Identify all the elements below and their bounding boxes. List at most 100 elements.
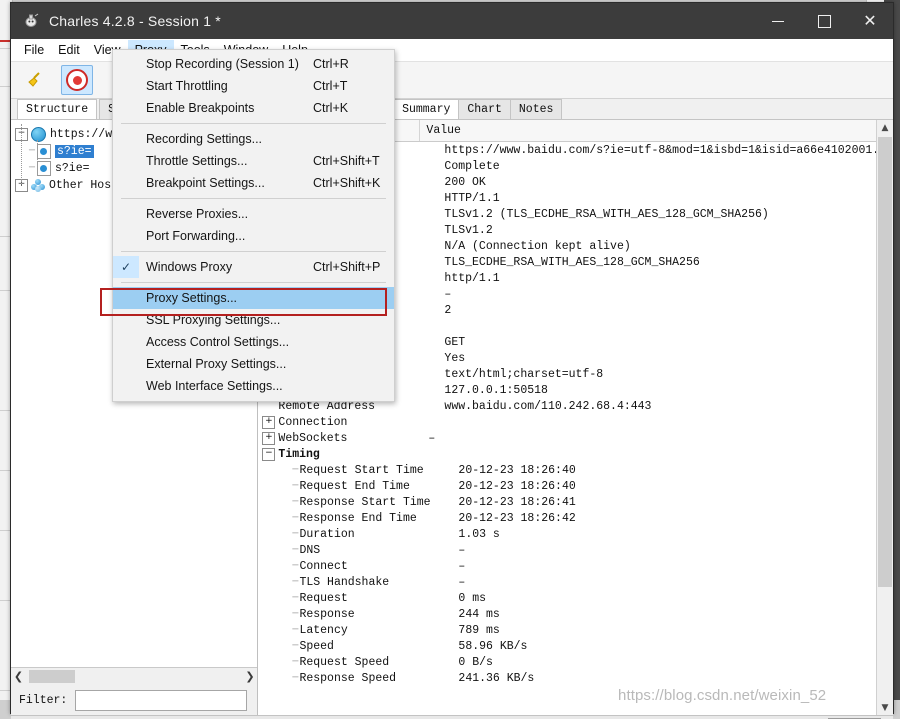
menu-item-breakpoint-settings[interactable]: Breakpoint Settings... Ctrl+Shift+K <box>113 172 394 194</box>
row-label: Request <box>299 591 348 605</box>
tab-chart[interactable]: Chart <box>458 99 510 119</box>
menu-item-label: Reverse Proxies... <box>146 207 249 221</box>
row-name-cell: ─ Duration <box>258 528 455 541</box>
menu-item-label: SSL Proxying Settings... <box>146 313 281 327</box>
menu-item-access-control-settings[interactable]: Access Control Settings... <box>113 331 394 353</box>
table-row[interactable]: ─ TLS Handshake – <box>258 574 893 590</box>
expand-icon[interactable]: + <box>262 415 276 429</box>
row-name-cell: ─ Request <box>258 592 455 605</box>
row-value: – <box>458 559 466 573</box>
row-value: – <box>428 431 436 445</box>
menu-item-enable-breakpoints[interactable]: Enable Breakpoints Ctrl+K <box>113 97 394 119</box>
row-label: WebSockets <box>278 431 348 445</box>
record-button[interactable] <box>61 65 93 95</box>
minimize-button[interactable] <box>755 3 801 39</box>
table-row[interactable]: ─ DNS – <box>258 542 893 558</box>
charles-window: Charles 4.2.8 - Session 1 * ✕ File Edit … <box>10 2 894 719</box>
row-value: 2 <box>444 303 452 317</box>
table-row[interactable]: ─ Request Start Time 20-12-23 18:26:40 <box>258 462 893 478</box>
tab-notes[interactable]: Notes <box>509 99 563 119</box>
table-row[interactable]: + Connection <box>258 414 893 430</box>
filter-input[interactable] <box>75 689 248 711</box>
row-name-cell: ─ Request Speed <box>258 656 455 669</box>
menu-item-reverse-proxies[interactable]: Reverse Proxies... <box>113 203 394 225</box>
table-row[interactable]: ─ Response 244 ms <box>258 606 893 622</box>
menu-item-external-proxy-settings[interactable]: External Proxy Settings... <box>113 353 394 375</box>
row-value: TLSv1.2 <box>444 223 493 237</box>
row-value: GET <box>444 335 466 349</box>
menu-item-proxy-settings[interactable]: Proxy Settings... <box>113 287 394 309</box>
column-header-value[interactable]: Value <box>420 120 893 141</box>
tree-horizontal-scrollbar[interactable]: ❮ ❯ <box>11 667 258 685</box>
row-value: 20-12-23 18:26:42 <box>458 511 576 525</box>
check-icon: ✓ <box>113 256 139 278</box>
tree-guide: ─ <box>292 624 298 636</box>
table-row[interactable]: ─ Duration 1.03 s <box>258 526 893 542</box>
menu-item-start-throttling[interactable]: Start Throttling Ctrl+T <box>113 75 394 97</box>
tab-summary[interactable]: Summary <box>393 99 459 119</box>
row-value: 20-12-23 18:26:40 <box>458 463 576 477</box>
menu-item-recording-settings[interactable]: Recording Settings... <box>113 128 394 150</box>
table-row[interactable]: ─ Response Speed 241.36 KB/s <box>258 670 893 686</box>
row-label: Response <box>299 607 355 621</box>
scroll-left-icon[interactable]: ❮ <box>11 670 26 683</box>
row-label: Request Start Time <box>299 463 424 477</box>
scroll-thumb[interactable] <box>878 137 892 587</box>
table-row[interactable]: ─ Request 0 ms <box>258 590 893 606</box>
collapse-icon[interactable]: − <box>262 447 276 461</box>
globe-icon <box>31 127 46 142</box>
row-label: Response Speed <box>299 671 397 685</box>
row-label: Duration <box>299 527 355 541</box>
clear-broom-icon[interactable] <box>19 65 51 95</box>
table-row[interactable]: ─ Speed 58.96 KB/s <box>258 638 893 654</box>
menu-item-shortcut: Ctrl+T <box>313 79 348 93</box>
menu-item-label: Windows Proxy <box>146 260 233 274</box>
tree-guide: ─ <box>292 592 298 604</box>
row-value: TLS_ECDHE_RSA_WITH_AES_128_GCM_SHA256 <box>444 255 700 269</box>
row-label: Response Start Time <box>299 495 431 509</box>
table-row[interactable]: ─ Latency 789 ms <box>258 622 893 638</box>
table-row[interactable]: ─ Request Speed 0 B/s <box>258 654 893 670</box>
scroll-up-icon[interactable]: ▲ <box>878 120 892 135</box>
row-name-cell: + WebSockets <box>258 431 425 445</box>
close-button[interactable]: ✕ <box>847 3 893 39</box>
menu-separator <box>121 282 386 283</box>
table-row[interactable]: ─ Response End Time 20-12-23 18:26:42 <box>258 510 893 526</box>
menu-item-shortcut: Ctrl+K <box>313 101 349 115</box>
proxy-menu-dropdown: Stop Recording (Session 1) Ctrl+R Start Th… <box>112 49 395 402</box>
maximize-button[interactable] <box>801 3 847 39</box>
row-value: 58.96 KB/s <box>458 639 528 653</box>
table-row[interactable]: ─ Connect – <box>258 558 893 574</box>
menu-item-throttle-settings[interactable]: Throttle Settings... Ctrl+Shift+T <box>113 150 394 172</box>
menu-item-label: Stop Recording (Session 1) <box>146 57 299 71</box>
table-row[interactable]: − Timing <box>258 446 893 462</box>
row-name-cell: ─ Response Start Time <box>258 496 455 509</box>
table-row[interactable]: + WebSockets – <box>258 430 893 446</box>
row-name-cell: ─ Request Start Time <box>258 464 455 477</box>
detail-vertical-scrollbar[interactable]: ▲ ▼ <box>876 120 893 715</box>
menu-item-web-interface-settings[interactable]: Web Interface Settings... <box>113 375 394 397</box>
expand-icon[interactable]: + <box>262 431 276 445</box>
menu-file[interactable]: File <box>17 40 51 61</box>
menu-item-ssl-proxying-settings[interactable]: SSL Proxying Settings... <box>113 309 394 331</box>
menu-item-port-forwarding[interactable]: Port Forwarding... <box>113 225 394 247</box>
menu-edit[interactable]: Edit <box>51 40 87 61</box>
row-value: Complete <box>444 159 500 173</box>
charles-bottle-icon <box>23 12 41 30</box>
row-label: DNS <box>299 543 321 557</box>
menu-item-stop-recording-session-1[interactable]: Stop Recording (Session 1) Ctrl+R <box>113 53 394 75</box>
menu-item-label: Port Forwarding... <box>146 229 246 243</box>
tab-structure[interactable]: Structure <box>17 99 98 119</box>
tree-node-label: s?ie= <box>55 145 94 158</box>
scroll-thumb[interactable] <box>29 670 75 683</box>
menu-item-shortcut: Ctrl+Shift+K <box>313 176 381 190</box>
table-row[interactable]: ─ Response Start Time 20-12-23 18:26:41 <box>258 494 893 510</box>
row-name-cell: ─ DNS <box>258 544 455 557</box>
record-icon <box>66 69 88 91</box>
table-row[interactable]: ─ Request End Time 20-12-23 18:26:40 <box>258 478 893 494</box>
scroll-down-icon[interactable]: ▼ <box>878 700 892 715</box>
menu-item-windows-proxy[interactable]: ✓ Windows Proxy Ctrl+Shift+P <box>113 256 394 278</box>
scroll-right-icon[interactable]: ❯ <box>242 670 257 683</box>
status-bar: HEAD https://note.youdao.com/favicon.ico… <box>11 715 893 719</box>
screenshot-root: 安 目 挂 挂 应 认 认 捕 和 肯 故 且 本 页 字 序 小 应 Char… <box>0 0 900 719</box>
